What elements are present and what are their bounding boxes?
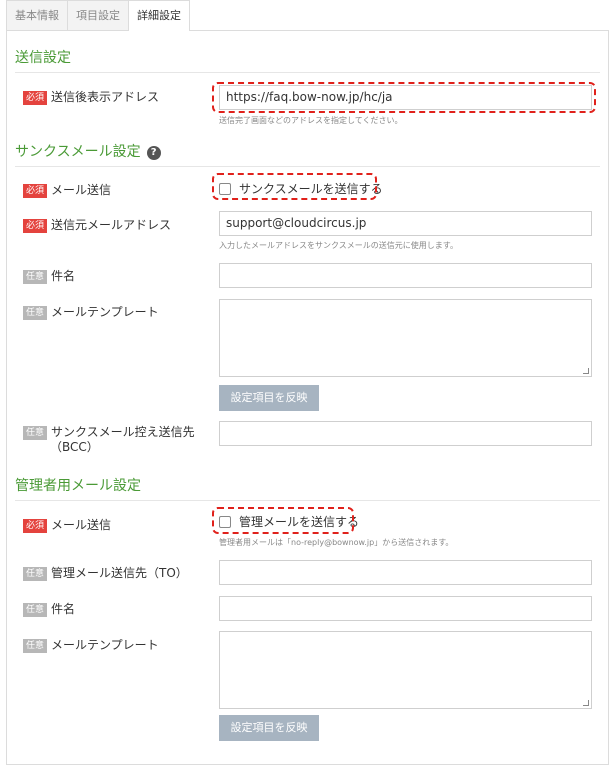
label-text-line2: （BCC） <box>50 440 99 454</box>
section-divider <box>15 72 600 73</box>
label-admin-template: 任意 メールテンプレート <box>23 636 159 653</box>
thanks-subject-input[interactable] <box>219 263 592 288</box>
label-text: 件名 <box>51 269 76 283</box>
label-text: メール送信 <box>51 183 112 197</box>
label-text: 送信後表示アドレス <box>51 90 160 104</box>
resize-grip-icon[interactable] <box>583 700 589 706</box>
required-badge: 必須 <box>23 184 48 198</box>
label-admin-subject: 任意 件名 <box>23 600 75 617</box>
admin-to-input[interactable] <box>219 560 592 585</box>
thanks-from-hint: 入力したメールアドレスをサンクスメールの送信元に使用します。 <box>219 241 458 250</box>
section-title-thanks: サンクスメール設定? <box>15 141 161 161</box>
thanks-template-textarea[interactable] <box>219 299 592 377</box>
after-url-hint: 送信完了画面などのアドレスを指定してください。 <box>219 116 403 125</box>
tab-field-settings[interactable]: 項目設定 <box>67 0 129 30</box>
label-thanks-from: 必須 送信元メールアドレス <box>23 216 171 233</box>
section-title-admin: 管理者用メール設定 <box>15 478 141 494</box>
optional-badge: 任意 <box>23 603 48 617</box>
section-divider <box>15 500 600 501</box>
admin-apply-button[interactable]: 設定項目を反映 <box>219 715 319 741</box>
label-text: メール送信 <box>51 518 112 532</box>
required-badge: 必須 <box>23 219 48 233</box>
tab-detail-settings[interactable]: 詳細設定 <box>128 0 190 31</box>
thanks-from-input[interactable]: support@cloudcircus.jp <box>219 211 592 236</box>
admin-send-hint: 管理者用メールは「no-reply@bownow.jp」から送信されます。 <box>219 538 454 547</box>
label-text: メールテンプレート <box>51 305 159 319</box>
label-admin-to: 任意 管理メール送信先（TO） <box>23 564 188 581</box>
required-badge: 必須 <box>23 91 48 105</box>
optional-badge: 任意 <box>23 567 48 581</box>
label-text: 送信元メールアドレス <box>51 218 172 232</box>
admin-template-textarea[interactable] <box>219 631 592 709</box>
section-divider <box>15 166 600 167</box>
label-text: 管理メール送信先（TO） <box>51 566 188 580</box>
label-thanks-send: 必須 メール送信 <box>23 181 111 198</box>
label-thanks-subject: 任意 件名 <box>23 267 75 284</box>
highlight-box <box>212 173 377 200</box>
highlight-box <box>212 82 596 113</box>
label-text: サンクスメール控え送信先 <box>51 425 195 439</box>
tab-basic-info[interactable]: 基本情報 <box>6 0 68 30</box>
admin-subject-input[interactable] <box>219 596 592 621</box>
optional-badge: 任意 <box>23 426 48 440</box>
optional-badge: 任意 <box>23 306 48 320</box>
help-icon[interactable]: ? <box>146 146 161 160</box>
highlight-box <box>212 507 354 534</box>
label-thanks-bcc: 任意 サンクスメール控え送信先 （BCC） <box>23 425 195 455</box>
label-admin-send: 必須 メール送信 <box>23 516 111 533</box>
required-badge: 必須 <box>23 519 48 533</box>
section-title-text: サンクスメール設定 <box>15 144 141 160</box>
section-title-send: 送信設定 <box>15 50 71 66</box>
settings-panel: 送信設定 必須 送信後表示アドレス https://faq.bow-now.jp/… <box>6 30 609 765</box>
thanks-apply-button[interactable]: 設定項目を反映 <box>219 385 319 411</box>
label-after-url: 必須 送信後表示アドレス <box>23 88 159 105</box>
label-thanks-template: 任意 メールテンプレート <box>23 303 159 320</box>
label-text: 件名 <box>51 602 76 616</box>
tab-bar: 基本情報 項目設定 詳細設定 <box>6 0 190 31</box>
label-text: メールテンプレート <box>51 638 159 652</box>
thanks-bcc-input[interactable] <box>219 421 592 446</box>
resize-grip-icon[interactable] <box>583 368 589 374</box>
optional-badge: 任意 <box>23 639 48 653</box>
optional-badge: 任意 <box>23 270 48 284</box>
